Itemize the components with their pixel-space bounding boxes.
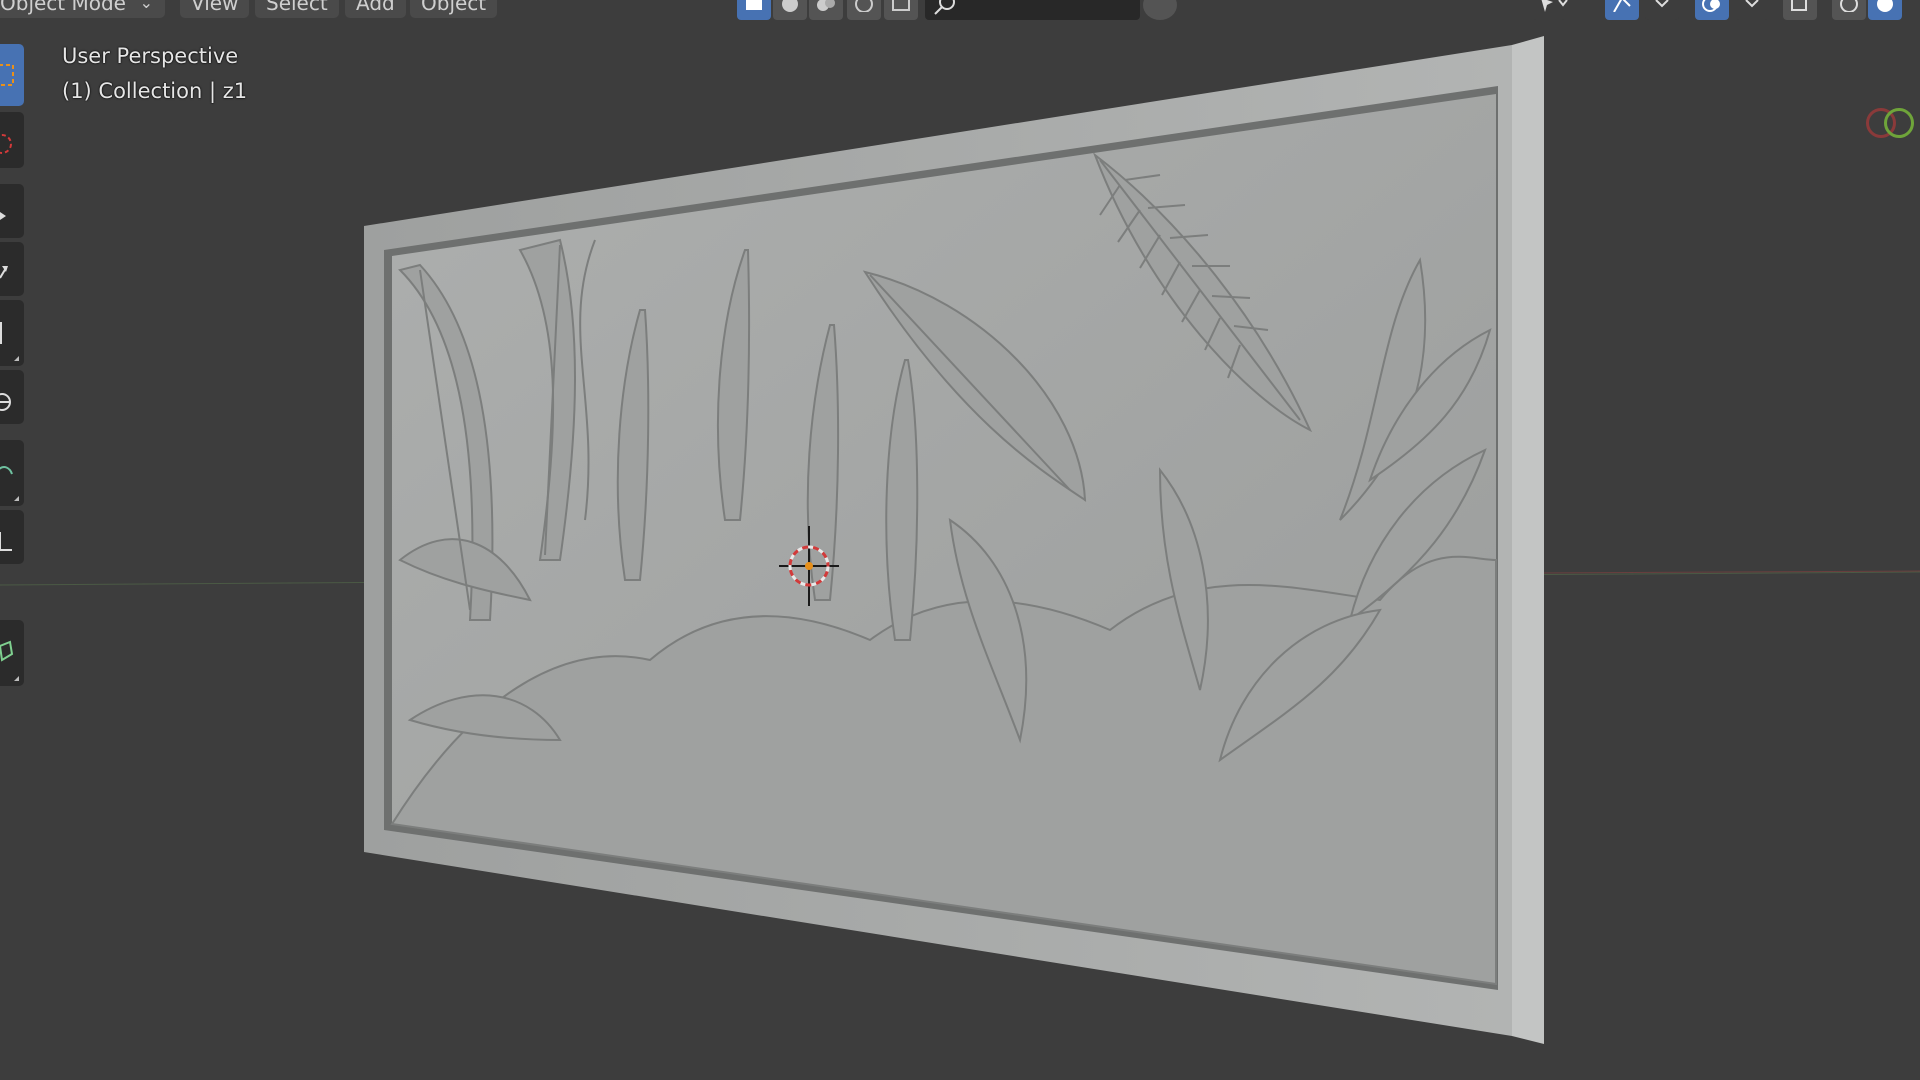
mode-label: Object Mode (0, 0, 126, 15)
select-box-icon[interactable] (737, 0, 771, 20)
corner-indicator (14, 496, 19, 501)
globe-icon[interactable] (773, 0, 807, 20)
tool-cursor[interactable] (0, 112, 24, 168)
cursor-icon (0, 134, 12, 154)
measure-icon (0, 532, 12, 551)
corner-indicator (14, 676, 19, 681)
menu-add[interactable]: Add (345, 0, 406, 18)
relief-panel-object[interactable] (0, 0, 1920, 1080)
tool-measure[interactable] (0, 510, 24, 564)
search-icon (934, 0, 955, 15)
add-cube-icon (0, 640, 14, 662)
solid-icon[interactable] (1868, 0, 1902, 20)
tool-move[interactable] (0, 184, 24, 238)
rotate-icon (0, 266, 8, 279)
transform-icon (0, 393, 11, 411)
tool-select-box[interactable] (0, 44, 24, 106)
overlay-icon[interactable] (1695, 0, 1729, 20)
tool-transform[interactable] (0, 370, 24, 424)
3d-viewport[interactable]: Object Mode ⌄ View Select Add Object Use… (0, 0, 1920, 1080)
clear-search-icon[interactable] (1143, 0, 1177, 20)
search-field[interactable] (925, 0, 1140, 20)
grid-icon[interactable] (884, 0, 918, 20)
sphere-icon[interactable] (847, 0, 881, 20)
xray-icon[interactable] (1783, 0, 1817, 20)
scale-icon (0, 322, 2, 344)
tool-scale[interactable] (0, 300, 24, 366)
link-icon[interactable] (809, 0, 843, 20)
corner-indicator (14, 356, 19, 361)
tool-rotate[interactable] (0, 242, 24, 296)
menu-select[interactable]: Select (255, 0, 339, 18)
collection-label: (1) Collection | z1 (62, 79, 248, 103)
gizmo-y-axis-icon[interactable] (1884, 108, 1914, 138)
3d-cursor-icon[interactable] (779, 526, 839, 606)
mode-dropdown[interactable]: Object Mode ⌄ (0, 0, 165, 18)
annotate-icon (0, 466, 13, 475)
snap-icon[interactable] (1605, 0, 1639, 20)
menu-view[interactable]: View (180, 0, 250, 18)
wireframe-icon[interactable] (1832, 0, 1866, 20)
cursor-icon[interactable] (1532, 0, 1568, 20)
tool-annotate[interactable] (0, 440, 24, 506)
snap-options-chevron-icon[interactable] (1645, 0, 1679, 20)
move-icon (0, 212, 6, 220)
view-name-label: User Perspective (62, 44, 239, 68)
tool-add-cube[interactable] (0, 620, 24, 686)
chevron-down-icon: ⌄ (139, 0, 153, 12)
menu-object[interactable]: Object (410, 0, 498, 18)
select-box-icon (0, 64, 14, 86)
viewport-header: Object Mode ⌄ View Select Add Object (0, 0, 1920, 20)
overlay-options-chevron-icon[interactable] (1735, 0, 1769, 20)
